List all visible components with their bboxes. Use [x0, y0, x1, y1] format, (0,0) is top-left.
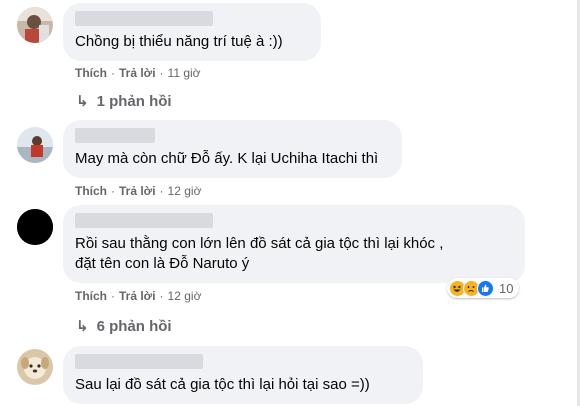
author-name-redacted[interactable]: [75, 11, 213, 26]
like-link[interactable]: Thích: [75, 184, 107, 198]
reaction-count: 10: [499, 280, 514, 296]
comment-time[interactable]: 11 giờ: [168, 66, 201, 80]
replies-label: 1 phản hồi: [96, 93, 172, 110]
comment-actions: Thích · Trả lời · 12 giờ: [75, 184, 202, 198]
like-icon: [477, 279, 494, 297]
comment-time[interactable]: 12 giờ: [168, 184, 202, 198]
comment-bubble: Rồi sau thằng con lớn lên đồ sát cả gia …: [63, 205, 525, 283]
reply-arrow-icon: ↳: [76, 318, 89, 335]
reply-link[interactable]: Trả lời: [119, 184, 156, 198]
comment-bubble: Chồng bị thiểu năng trí tuệ à :)): [63, 3, 321, 61]
comment-bubble: Sau lại đồ sát cả gia tộc thì lại hỏi tạ…: [63, 346, 423, 404]
author-name-redacted[interactable]: [75, 213, 213, 228]
comment-text: Sau lại đồ sát cả gia tộc thì lại hỏi tạ…: [75, 376, 370, 393]
comment-time[interactable]: 12 giờ: [168, 289, 202, 303]
reply-link[interactable]: Trả lời: [119, 66, 156, 80]
author-name-redacted[interactable]: [75, 128, 155, 143]
author-name-redacted[interactable]: [75, 354, 203, 369]
comment-actions: Thích · Trả lời · 12 giờ: [75, 289, 202, 303]
user-avatar-icon[interactable]: [17, 127, 53, 163]
user-avatar-icon[interactable]: [17, 209, 53, 245]
view-replies-button[interactable]: ↳ 1 phản hồi: [76, 92, 172, 110]
user-avatar-icon[interactable]: [17, 7, 53, 43]
comment-text: May mà còn chữ Đỗ ấy. K lại Uchiha Itach…: [75, 150, 379, 167]
replies-label: 6 phản hồi: [96, 318, 172, 335]
reply-link[interactable]: Trả lời: [119, 289, 156, 303]
like-link[interactable]: Thích: [75, 289, 107, 303]
view-replies-button[interactable]: ↳ 6 phản hồi: [76, 317, 172, 335]
reply-arrow-icon: ↳: [76, 93, 89, 110]
user-avatar-icon[interactable]: [17, 349, 53, 385]
like-link[interactable]: Thích: [75, 66, 107, 80]
comment-text: Chồng bị thiểu năng trí tuệ à :)): [75, 33, 283, 50]
comment-text-line-1: Rồi sau thằng con lớn lên đồ sát cả gia …: [75, 235, 444, 252]
reaction-summary[interactable]: 10: [447, 278, 520, 298]
comment-bubble: May mà còn chữ Đỗ ấy. K lại Uchiha Itach…: [63, 120, 402, 178]
comment-actions: Thích · Trả lời · 11 giờ: [75, 66, 201, 80]
comment-text-line-2: đặt tên con là Đỗ Naruto ý: [75, 255, 250, 272]
